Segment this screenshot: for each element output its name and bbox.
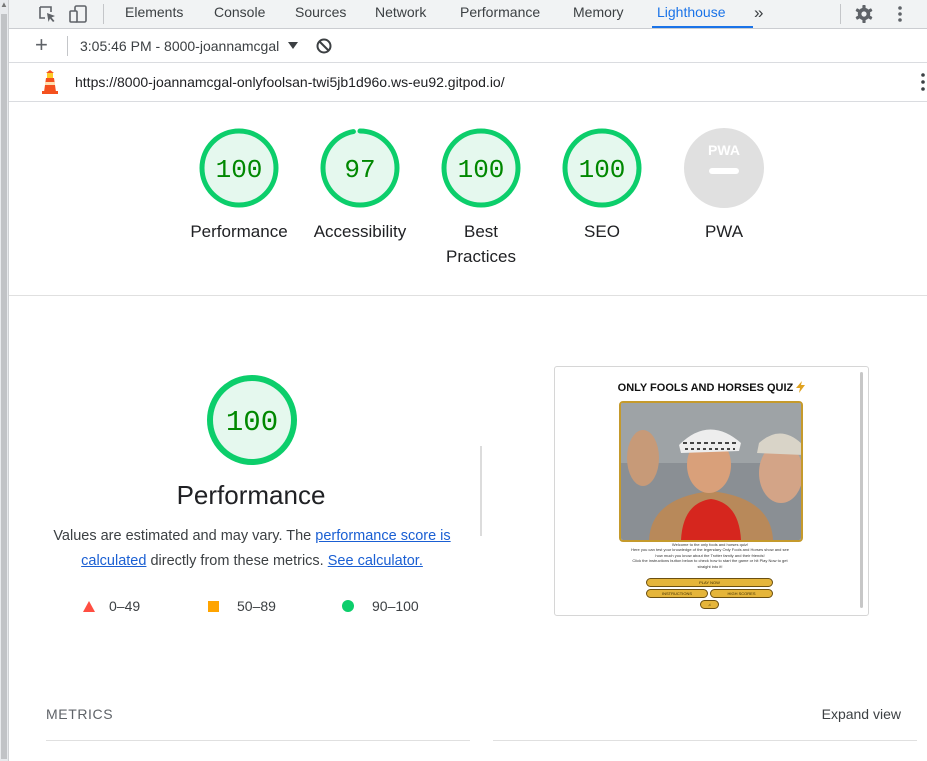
performance-title: Performance bbox=[176, 480, 326, 510]
expand-view-button[interactable]: Expand view bbox=[822, 706, 901, 722]
score-gauge-ring: 97 bbox=[320, 128, 400, 208]
gauge-score: 100 bbox=[216, 155, 263, 185]
more-options-icon[interactable] bbox=[889, 3, 911, 25]
toolbar-divider bbox=[67, 36, 68, 56]
desc-text: directly from these metrics. bbox=[146, 553, 328, 569]
intro-line: straight into it! bbox=[697, 563, 723, 569]
active-tab-indicator bbox=[652, 26, 753, 28]
quiz-hero-photo bbox=[621, 403, 801, 540]
gauge-label: SEO bbox=[584, 222, 620, 241]
plus-icon[interactable]: + bbox=[35, 32, 48, 58]
lighthouse-toolbar: + 3:05:46 PM - 8000-joannamcgal bbox=[9, 29, 927, 63]
report-url-bar: https://8000-joannamcgal-onlyfoolsan-twi… bbox=[9, 63, 927, 102]
gauge-label: Accessibility bbox=[313, 222, 407, 241]
gauge-label: Performance bbox=[190, 222, 288, 241]
gauge-score: 100 bbox=[458, 155, 505, 185]
gauge-accessibility[interactable]: 97 Accessibility bbox=[300, 126, 420, 244]
performance-gauge: 100 bbox=[207, 375, 297, 465]
gauge-seo[interactable]: 100 SEO bbox=[542, 126, 662, 244]
metrics-divider bbox=[493, 740, 917, 741]
report-selector-label: 3:05:46 PM - 8000-joannamcgal bbox=[80, 38, 280, 54]
screenshot-title-text: ONLY FOOLS AND HORSES QUIZ bbox=[617, 382, 794, 394]
see-calculator-link[interactable]: See calculator. bbox=[328, 553, 423, 569]
device-toolbar-icon[interactable] bbox=[67, 3, 89, 25]
final-screenshot[interactable]: ONLY FOOLS AND HORSES QUIZ Welcome to th… bbox=[554, 366, 869, 616]
more-options-icon[interactable] bbox=[919, 72, 927, 92]
performance-description: Values are estimated and may vary. The p… bbox=[47, 524, 457, 574]
tab-performance[interactable]: Performance bbox=[460, 0, 540, 28]
gauge-label: Best Practices bbox=[446, 222, 516, 266]
gauge-label: PWA bbox=[704, 222, 744, 241]
more-tabs-icon[interactable]: » bbox=[754, 0, 763, 28]
legend-pass: 90–100 bbox=[342, 598, 419, 614]
scrollbar-thumb[interactable] bbox=[1, 14, 7, 759]
screenshot-scrollbar bbox=[860, 372, 863, 608]
intro-line: Click the instructions button below to c… bbox=[632, 558, 788, 564]
gauge-performance[interactable]: 100 Performance bbox=[179, 126, 299, 244]
high-scores-button: HIGH SCORES bbox=[710, 589, 773, 598]
gauge-score: 100 bbox=[579, 155, 626, 185]
report-url[interactable]: https://8000-joannamcgal-onlyfoolsan-twi… bbox=[75, 74, 505, 90]
devtools-tab-strip: Elements Console Sources Network Perform… bbox=[9, 0, 927, 29]
performance-score: 100 bbox=[226, 406, 278, 439]
triangle-icon bbox=[83, 601, 95, 612]
legend-range: 0–49 bbox=[109, 598, 141, 614]
tab-sources[interactable]: Sources bbox=[295, 0, 346, 28]
square-icon bbox=[208, 601, 219, 612]
page-scrollbar[interactable]: ▲ bbox=[0, 0, 9, 761]
lightning-icon bbox=[796, 381, 806, 393]
score-gauge-ring: 100 bbox=[441, 128, 521, 208]
legend-average: 50–89 bbox=[208, 598, 276, 614]
sound-toggle-button: ♫ bbox=[700, 600, 719, 609]
screenshot-title: ONLY FOOLS AND HORSES QUIZ bbox=[555, 381, 868, 394]
metrics-heading: METRICS bbox=[46, 706, 114, 722]
inspect-element-icon[interactable] bbox=[36, 3, 58, 25]
gear-icon[interactable] bbox=[853, 3, 875, 25]
pwa-badge-icon: PWA bbox=[684, 128, 764, 208]
legend-fail: 0–49 bbox=[83, 598, 140, 614]
score-gauge-ring: 100 bbox=[199, 128, 279, 208]
legend-range: 90–100 bbox=[372, 598, 419, 614]
chevron-down-icon[interactable] bbox=[288, 42, 298, 50]
screenshot-hero-image bbox=[619, 401, 803, 542]
performance-section: 100 Performance Values are estimated and… bbox=[9, 296, 927, 761]
circle-icon bbox=[342, 600, 354, 612]
tab-memory[interactable]: Memory bbox=[573, 0, 624, 28]
gauge-best-practices[interactable]: 100 Best Practices bbox=[421, 126, 541, 269]
screenshot-intro: Welcome to the only fools and horses qui… bbox=[615, 542, 805, 569]
lighthouse-logo-icon bbox=[42, 70, 58, 94]
report-selector[interactable]: 3:05:46 PM - 8000-joannamcgal bbox=[80, 38, 284, 54]
play-now-button: PLAY NOW bbox=[646, 578, 773, 587]
score-gauges: 100 Performance 97 Accessibility 100 Bes… bbox=[9, 102, 927, 296]
tab-lighthouse[interactable]: Lighthouse bbox=[657, 0, 726, 28]
gauge-pwa[interactable]: PWA PWA bbox=[664, 126, 784, 244]
tab-network[interactable]: Network bbox=[375, 0, 426, 28]
scroll-up-icon[interactable]: ▲ bbox=[0, 0, 8, 10]
pwa-badge-text: PWA bbox=[708, 142, 740, 158]
legend-range: 50–89 bbox=[237, 598, 276, 614]
toolbar-divider bbox=[840, 4, 841, 24]
tab-console[interactable]: Console bbox=[214, 0, 265, 28]
tab-elements[interactable]: Elements bbox=[125, 0, 183, 28]
desc-text: Values are estimated and may vary. The bbox=[53, 528, 316, 544]
section-divider bbox=[480, 446, 482, 536]
toolbar-divider bbox=[103, 4, 104, 24]
metrics-divider bbox=[46, 740, 470, 741]
gauge-score: 97 bbox=[344, 155, 375, 185]
score-gauge-ring: 100 bbox=[562, 128, 642, 208]
instructions-button: INSTRUCTIONS bbox=[646, 589, 708, 598]
block-icon[interactable] bbox=[315, 37, 333, 55]
